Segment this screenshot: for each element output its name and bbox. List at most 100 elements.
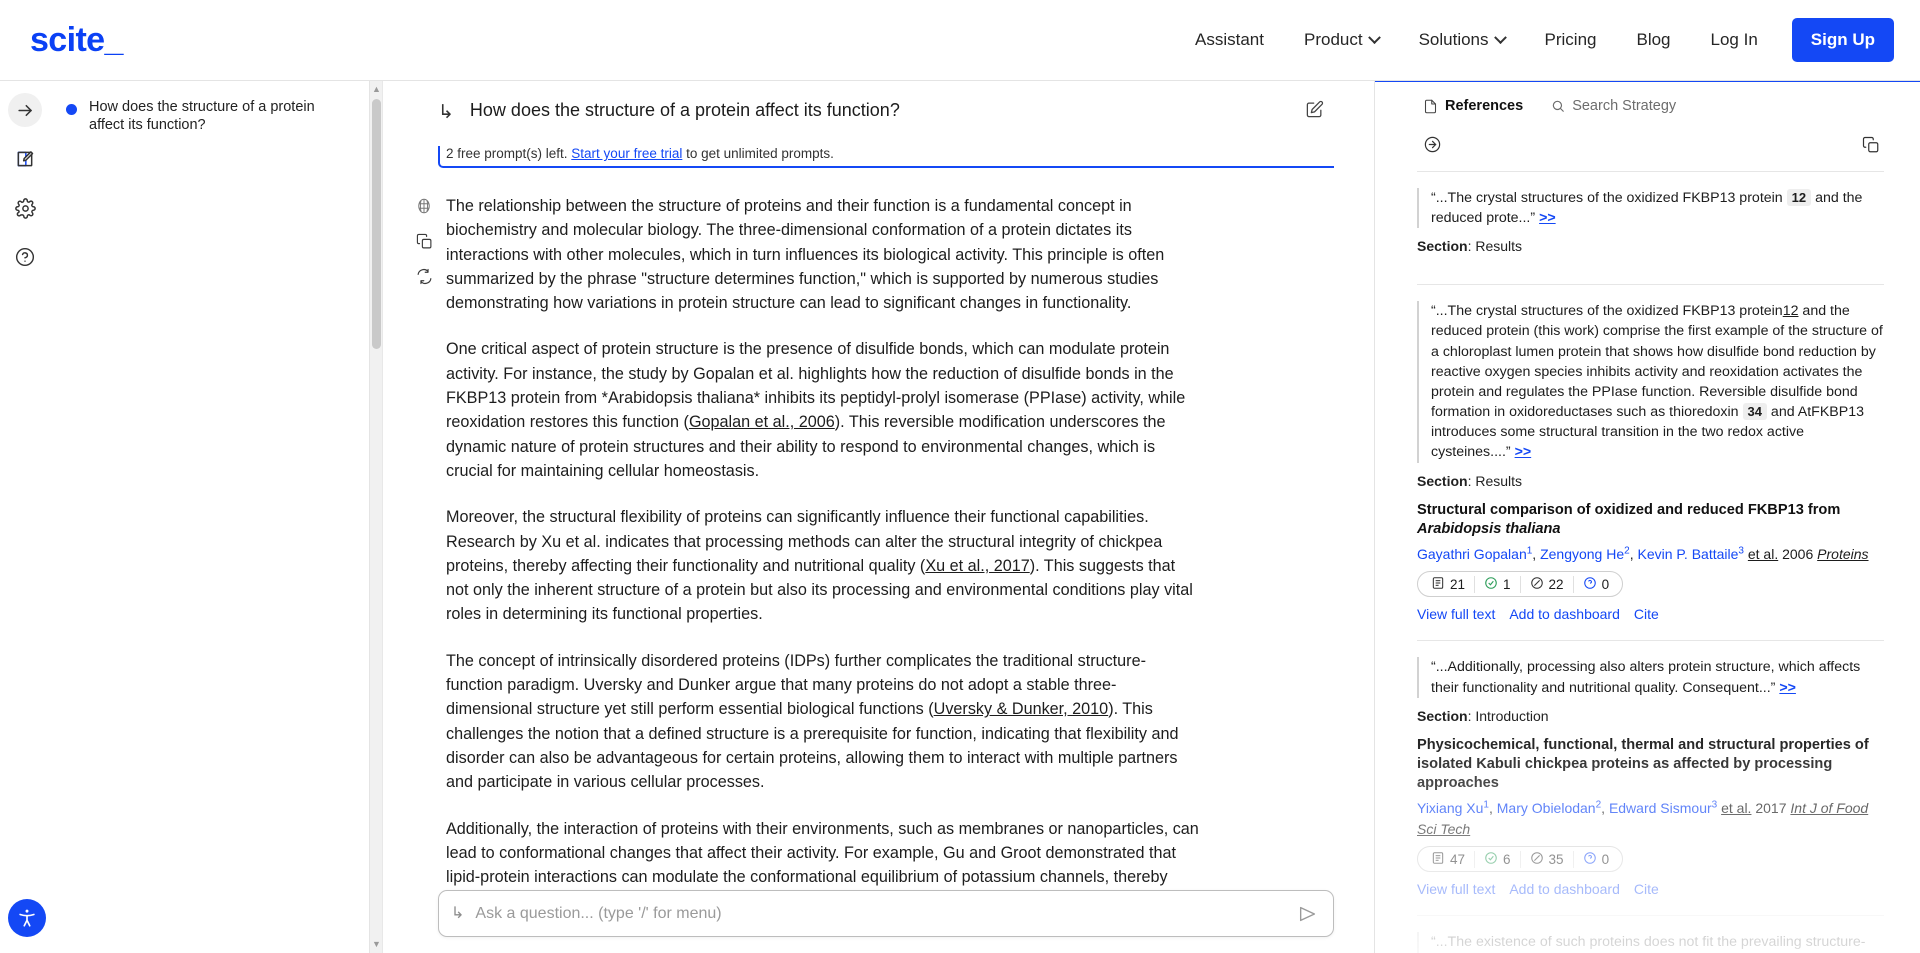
stat-supporting[interactable]: 6 xyxy=(1475,850,1521,868)
nav-label: Product xyxy=(1303,30,1363,49)
trial-text-pre: 2 free prompt(s) left. xyxy=(446,146,572,161)
nav-item-pricing[interactable]: Pricing xyxy=(1525,20,1617,60)
edit-prompt-button[interactable] xyxy=(1305,100,1324,124)
publication-year: 2006 xyxy=(1782,546,1814,563)
section-line: Section: Results xyxy=(1417,238,1884,254)
journal-name[interactable]: Proteins xyxy=(1817,546,1868,562)
section-label: Section xyxy=(1417,707,1468,724)
reference-card: “...Additionally, processing also alters… xyxy=(1417,640,1884,915)
stat-value: 0 xyxy=(1601,576,1610,592)
publication-year: 2017 xyxy=(1755,800,1787,817)
stat-value: 47 xyxy=(1450,851,1466,867)
reference-cards: “...The crystal structures of the oxidiz… xyxy=(1417,284,1884,953)
start-free-trial-link[interactable]: Start your free trial xyxy=(571,146,682,161)
inline-citation-link[interactable]: Uversky & Dunker, 2010 xyxy=(934,700,1109,718)
stat-mentioning[interactable]: 0 xyxy=(1574,851,1619,868)
accessibility-button[interactable] xyxy=(8,899,46,937)
reference-title[interactable]: Physicochemical, functional, thermal and… xyxy=(1417,736,1884,794)
author-link[interactable]: Edward Sismour3 xyxy=(1609,800,1717,817)
scite-logo[interactable]: scite_ xyxy=(30,21,123,60)
expand-sidebar-button[interactable] xyxy=(8,93,42,127)
copy-references-button[interactable] xyxy=(1862,136,1880,159)
snippet-pre: “...The crystal structures of the oxidiz… xyxy=(1431,190,1783,206)
answer-paragraph: One critical aspect of protein structure… xyxy=(446,337,1202,483)
stat-citations[interactable]: 47 xyxy=(1422,850,1476,868)
author-separator: , xyxy=(1532,546,1541,563)
prompt-arrow-icon: ↳ xyxy=(438,102,454,123)
user-message: ↳ How does the structure of a protein af… xyxy=(438,99,1334,124)
copy-answer-button[interactable] xyxy=(416,233,433,255)
stat-contrasting[interactable]: 35 xyxy=(1521,850,1574,868)
references-list[interactable]: “...The crystal structures of the oxidiz… xyxy=(1375,171,1920,953)
reference-title[interactable]: Structural comparison of oxidized and re… xyxy=(1417,501,1884,540)
nav-item-product[interactable]: Product xyxy=(1284,20,1399,60)
nav-item-blog[interactable]: Blog xyxy=(1616,20,1690,60)
nav-label: Assistant xyxy=(1195,30,1264,49)
section-label: Section xyxy=(1417,472,1468,489)
copy-icon xyxy=(416,233,431,249)
author-link[interactable]: Yixiang Xu1 xyxy=(1417,800,1489,817)
chat-history-label: How does the structure of a protein affe… xyxy=(89,99,315,133)
expand-snippet-link[interactable]: >> xyxy=(1515,444,1532,460)
stat-mentioning[interactable]: 0 xyxy=(1574,576,1619,593)
author-link[interactable]: Zengyong He2 xyxy=(1540,545,1630,562)
reference-card: “...The crystal structures of the oxidiz… xyxy=(1417,284,1884,640)
sign-up-button[interactable]: Sign Up xyxy=(1791,18,1894,62)
author-link[interactable]: Kevin P. Battaile3 xyxy=(1637,545,1743,562)
stat-citations[interactable]: 21 xyxy=(1422,575,1476,593)
snippet-text: “...The crystal structures of the oxidiz… xyxy=(1431,303,1783,320)
arrow-right-circle-icon xyxy=(1424,136,1441,153)
section-value: Introduction xyxy=(1475,707,1549,724)
et-al-link[interactable]: et al. xyxy=(1748,546,1778,562)
expand-snippet-link[interactable]: >> xyxy=(1779,680,1796,696)
add-to-dashboard-link[interactable]: Add to dashboard xyxy=(1509,606,1620,622)
nav-item-login[interactable]: Log In xyxy=(1691,20,1778,60)
regenerate-answer-button[interactable] xyxy=(416,268,433,290)
settings-button[interactable] xyxy=(8,191,42,225)
supporting-icon xyxy=(1484,851,1498,868)
inline-citation-link[interactable]: Gopalan et al., 2006 xyxy=(689,413,835,431)
new-chat-button[interactable] xyxy=(8,142,42,176)
export-references-button[interactable] xyxy=(1423,135,1442,159)
author-link[interactable]: Gayathri Gopalan1 xyxy=(1417,545,1532,562)
tab-search-strategy[interactable]: Search Strategy xyxy=(1551,98,1676,117)
cite-link[interactable]: Cite xyxy=(1634,606,1659,622)
stat-supporting[interactable]: 1 xyxy=(1475,575,1521,593)
help-button[interactable] xyxy=(8,240,42,274)
question-input[interactable] xyxy=(473,903,1297,924)
references-panel: References Search Strategy “...The cryst… xyxy=(1375,81,1920,953)
section-value: Results xyxy=(1475,472,1523,489)
chat-history-item[interactable]: How does the structure of a protein affe… xyxy=(62,95,357,142)
nav-label: Log In xyxy=(1710,30,1758,49)
free-trial-banner: 2 free prompt(s) left. Start your free t… xyxy=(438,146,1334,168)
author-separator: , xyxy=(1601,800,1609,817)
inline-citation-link[interactable]: Xu et al., 2017 xyxy=(925,557,1029,575)
add-to-dashboard-link[interactable]: Add to dashboard xyxy=(1509,881,1620,897)
gear-icon xyxy=(14,197,36,219)
nav-item-assistant[interactable]: Assistant xyxy=(1175,20,1284,60)
reference-snippet: “...The existence of such proteins does … xyxy=(1417,932,1884,953)
answer-text: The relationship between the structure o… xyxy=(442,194,1202,938)
cite-link[interactable]: Cite xyxy=(1634,881,1659,897)
view-full-text-link[interactable]: View full text xyxy=(1417,881,1495,897)
composer-container: ↳ xyxy=(438,890,1334,937)
stat-contrasting[interactable]: 22 xyxy=(1521,575,1574,593)
nav-item-solutions[interactable]: Solutions xyxy=(1399,20,1525,60)
send-button[interactable] xyxy=(1297,903,1319,925)
composer[interactable]: ↳ xyxy=(438,890,1334,937)
author-link[interactable]: Mary Obielodan2 xyxy=(1497,800,1601,817)
expand-snippet-link[interactable]: >> xyxy=(1539,210,1556,226)
section-label: Section xyxy=(1417,238,1468,255)
section-line: Section: Results xyxy=(1417,473,1884,489)
tab-references[interactable]: References xyxy=(1423,98,1523,117)
snippet-text: and the reduced protein (this work) comp… xyxy=(1431,303,1883,421)
et-al-link[interactable]: et al. xyxy=(1721,800,1751,816)
snippet-citation-marker[interactable]: 12 xyxy=(1783,303,1799,319)
citations-icon xyxy=(1431,851,1445,868)
view-full-text-link[interactable]: View full text xyxy=(1417,606,1495,622)
author-separator: , xyxy=(1488,800,1497,817)
snippet-badge: 12 xyxy=(1786,189,1812,206)
citations-icon xyxy=(1431,576,1445,593)
snippet-badge: 34 xyxy=(1742,403,1767,421)
nav-label: Solutions xyxy=(1418,30,1489,49)
